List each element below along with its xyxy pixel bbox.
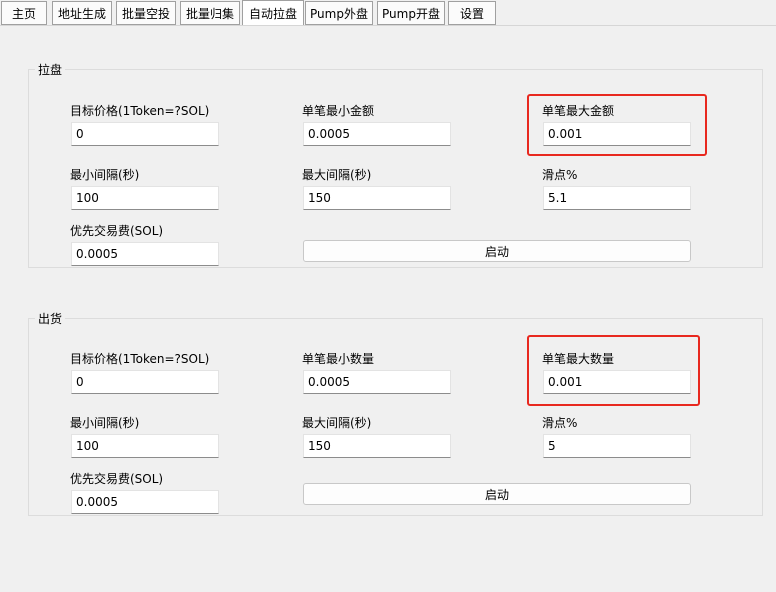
pump-min-amount-input[interactable] <box>303 122 451 146</box>
tab-settings[interactable]: 设置 <box>448 1 496 25</box>
pump-group-title: 拉盘 <box>35 61 66 78</box>
sell-slippage-label: 滑点% <box>542 416 578 430</box>
pump-priority-fee-label: 优先交易费(SOL) <box>70 224 164 238</box>
tab-batch-airdrop[interactable]: 批量空投 <box>116 1 176 25</box>
sell-max-qty-label: 单笔最大数量 <box>542 352 615 366</box>
pump-target-price-input[interactable] <box>71 122 219 146</box>
pump-min-interval-label: 最小间隔(秒) <box>70 168 140 182</box>
pump-min-amount-label: 单笔最小金额 <box>302 104 375 118</box>
sell-max-interval-label: 最大间隔(秒) <box>302 416 372 430</box>
sell-max-qty-input[interactable] <box>543 370 691 394</box>
sell-min-interval-input[interactable] <box>71 434 219 458</box>
pump-min-interval-input[interactable] <box>71 186 219 210</box>
pump-target-price-label: 目标价格(1Token=?SOL) <box>70 104 210 118</box>
pump-max-interval-label: 最大间隔(秒) <box>302 168 372 182</box>
sell-min-qty-label: 单笔最小数量 <box>302 352 375 366</box>
sell-target-price-input[interactable] <box>71 370 219 394</box>
pump-max-amount-label: 单笔最大金额 <box>542 104 615 118</box>
sell-group-title: 出货 <box>35 310 66 327</box>
tab-panel-border <box>0 25 776 26</box>
tab-home[interactable]: 主页 <box>1 1 47 25</box>
pump-slippage-label: 滑点% <box>542 168 578 182</box>
sell-min-interval-label: 最小间隔(秒) <box>70 416 140 430</box>
sell-start-button[interactable]: 启动 <box>303 483 691 505</box>
sell-min-qty-input[interactable] <box>303 370 451 394</box>
pump-max-amount-input[interactable] <box>543 122 691 146</box>
tab-bar: 主页 地址生成 批量空投 批量归集 自动拉盘 Pump外盘 Pump开盘 设置 <box>0 0 776 26</box>
tab-auto-pump[interactable]: 自动拉盘 <box>242 0 304 26</box>
sell-target-price-label: 目标价格(1Token=?SOL) <box>70 352 210 366</box>
pump-max-interval-input[interactable] <box>303 186 451 210</box>
sell-group: 出货 目标价格(1Token=?SOL) 单笔最小数量 单笔最大数量 最小间隔(… <box>28 310 763 516</box>
tab-pump-launch[interactable]: Pump开盘 <box>377 1 445 25</box>
pump-group: 拉盘 目标价格(1Token=?SOL) 单笔最小金额 单笔最大金额 最小间隔(… <box>28 61 763 268</box>
sell-max-interval-input[interactable] <box>303 434 451 458</box>
pump-priority-fee-input[interactable] <box>71 242 219 266</box>
pump-start-button[interactable]: 启动 <box>303 240 691 262</box>
tab-batch-collect[interactable]: 批量归集 <box>180 1 240 25</box>
tab-pump-external[interactable]: Pump外盘 <box>305 1 373 25</box>
pump-slippage-input[interactable] <box>543 186 691 210</box>
sell-priority-fee-label: 优先交易费(SOL) <box>70 472 164 486</box>
tab-address-generate[interactable]: 地址生成 <box>52 1 112 25</box>
sell-priority-fee-input[interactable] <box>71 490 219 514</box>
sell-slippage-input[interactable] <box>543 434 691 458</box>
